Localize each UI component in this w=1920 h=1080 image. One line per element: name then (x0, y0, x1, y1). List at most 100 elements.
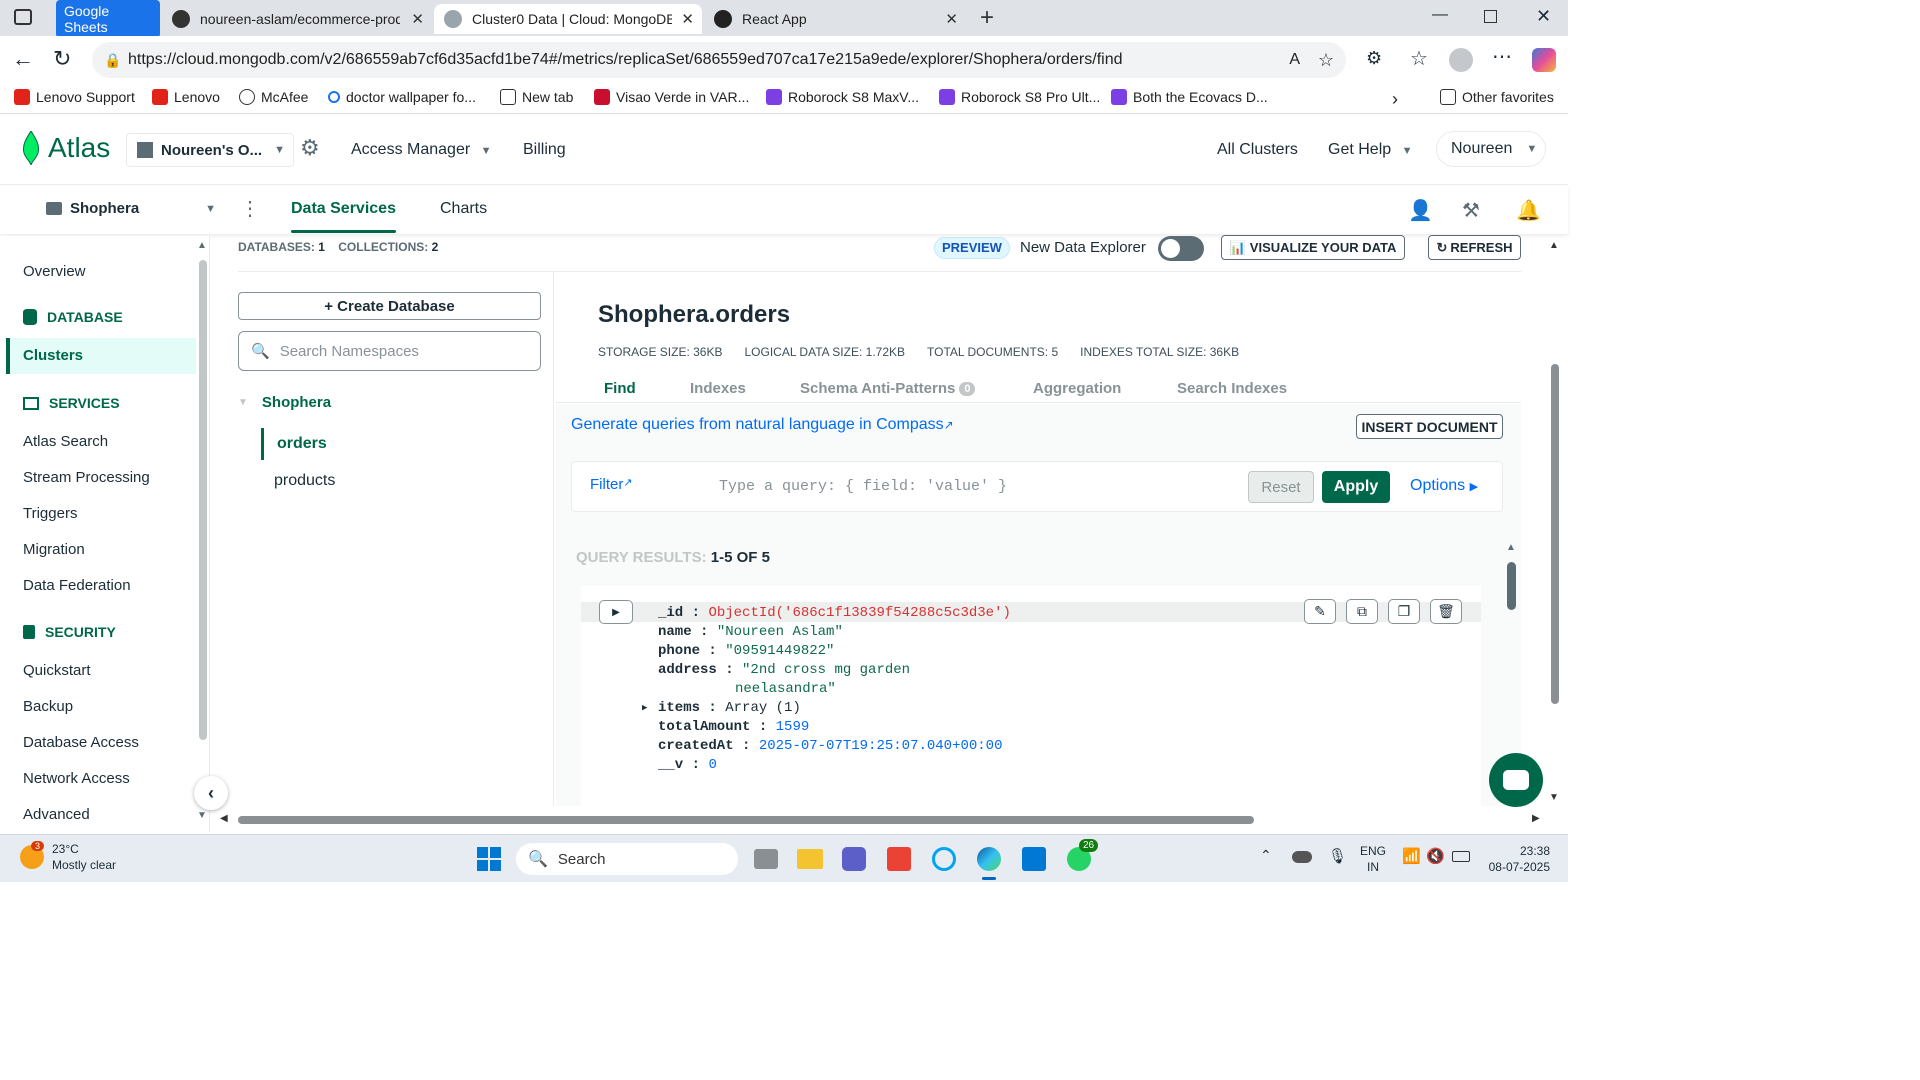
caret-right-icon[interactable]: ▶ (642, 699, 647, 718)
url-field[interactable]: 🔒 https://cloud.mongodb.com/v2/686559ab7… (92, 42, 1346, 78)
filter-label[interactable]: Filter↗ (590, 476, 633, 493)
whatsapp-icon[interactable]: 26 (1067, 839, 1099, 871)
sidebar-item-network-access[interactable]: Network Access (23, 770, 130, 787)
bookmark[interactable]: Lenovo (152, 89, 220, 105)
profile-avatar[interactable] (1449, 48, 1473, 72)
copy-document-button[interactable]: ⧉ (1346, 599, 1378, 624)
create-database-button[interactable]: + Create Database (238, 292, 541, 320)
copilot-icon[interactable] (1532, 48, 1556, 72)
all-clusters-link[interactable]: All Clusters (1217, 141, 1298, 159)
insert-document-button[interactable]: INSERT DOCUMENT (1356, 414, 1503, 439)
edit-document-button[interactable]: ✎ (1304, 599, 1336, 624)
collapse-sidebar-button[interactable]: ‹ (194, 776, 228, 810)
sidebar-scroll-down-icon[interactable]: ▼ (197, 810, 207, 821)
delete-document-button[interactable]: 🗑 (1430, 599, 1462, 624)
new-data-explorer-toggle[interactable] (1158, 236, 1204, 261)
field-items[interactable]: ▶ items : Array (1) (642, 699, 1011, 718)
cortana-icon[interactable] (932, 847, 956, 871)
results-scrollbar[interactable] (1507, 562, 1516, 610)
edge-icon[interactable] (977, 847, 1001, 871)
tab-google-sheets[interactable]: Google Sheets (56, 0, 160, 38)
org-settings-gear-icon[interactable]: ⚙ (300, 135, 320, 161)
atlas-logo[interactable]: Atlas (22, 131, 110, 165)
get-help-menu[interactable]: Get Help ▼ (1328, 141, 1412, 159)
tab-mongodb[interactable]: Cluster0 Data | Cloud: MongoDB ✕ (434, 4, 702, 34)
collection-orders[interactable]: orders (261, 428, 327, 460)
tab-search-indexes[interactable]: Search Indexes (1177, 380, 1287, 397)
sidebar-scroll-up-icon[interactable]: ▲ (197, 240, 207, 251)
close-icon[interactable]: ✕ (681, 10, 694, 28)
sidebar-item-overview[interactable]: Overview (23, 263, 86, 280)
reload-icon[interactable]: ↻ (53, 46, 71, 72)
close-icon[interactable]: ✕ (945, 10, 958, 28)
collection-products[interactable]: products (274, 472, 335, 490)
tab-github[interactable]: noureen-aslam/ecommerce-prod ✕ (162, 4, 432, 34)
wifi-icon[interactable]: 📶 (1402, 847, 1421, 865)
apply-button[interactable]: Apply (1322, 471, 1390, 503)
favorite-star-icon[interactable]: ☆ (1318, 42, 1334, 78)
activity-icon[interactable]: ⚒ (1462, 198, 1480, 223)
new-tab-icon[interactable]: + (980, 4, 994, 32)
bookmark[interactable]: Both the Ecovacs D... (1111, 89, 1268, 105)
back-icon[interactable]: ← (12, 46, 34, 72)
database-tree-item[interactable]: ▼ Shophera (238, 394, 331, 411)
battery-icon[interactable] (1452, 851, 1470, 862)
favorites-icon[interactable]: ☆ (1410, 46, 1428, 71)
sidebar-item-clusters[interactable]: Clusters (6, 338, 196, 374)
sidebar-item-backup[interactable]: Backup (23, 698, 73, 715)
horizontal-scroll-left-icon[interactable]: ◀ (220, 813, 228, 824)
sidebar-item-stream-processing[interactable]: Stream Processing (23, 469, 150, 486)
project-more-icon[interactable]: ⋮ (240, 196, 260, 221)
bookmarks-overflow-icon[interactable]: › (1392, 89, 1398, 110)
invite-user-icon[interactable]: 👤 (1408, 198, 1433, 223)
user-menu[interactable]: Noureen ▼ (1436, 131, 1546, 167)
taskbar-search[interactable]: 🔍 Search (516, 843, 738, 875)
tab-charts[interactable]: Charts (440, 200, 487, 218)
sidebar-item-migration[interactable]: Migration (23, 541, 85, 558)
restore-icon[interactable] (1484, 10, 1497, 23)
bookmark[interactable]: doctor wallpaper fo... (328, 89, 476, 105)
horizontal-scroll-right-icon[interactable]: ▶ (1532, 813, 1540, 824)
expand-document-button[interactable]: ▶ (599, 600, 633, 624)
namespace-search-input[interactable]: 🔍 Search Namespaces (238, 331, 541, 371)
billing-link[interactable]: Billing (523, 141, 566, 159)
more-icon[interactable]: ⋯ (1492, 44, 1512, 69)
project-selector[interactable]: Shophera ▼ (46, 200, 216, 217)
query-input[interactable]: Type a query: { field: 'value' } (719, 478, 1007, 495)
tab-actions-icon[interactable] (14, 9, 32, 25)
sidebar-scrollbar[interactable] (199, 260, 207, 740)
visualize-your-data-button[interactable]: 📊 VISUALIZE YOUR DATA (1221, 235, 1405, 260)
tab-find[interactable]: Find (604, 380, 636, 397)
vscode-icon[interactable] (1022, 847, 1046, 871)
horizontal-scrollbar[interactable] (238, 816, 1254, 824)
sidebar-item-data-federation[interactable]: Data Federation (23, 577, 131, 594)
bookmark[interactable]: McAfee (239, 89, 308, 105)
sidebar-item-database-access[interactable]: Database Access (23, 734, 139, 751)
close-window-icon[interactable]: ✕ (1536, 6, 1551, 27)
notifications-bell-icon[interactable]: 🔔 (1516, 198, 1541, 223)
minimize-icon[interactable]: — (1432, 6, 1448, 24)
clock[interactable]: 23:38 08-07-2025 (1480, 843, 1550, 875)
tab-data-services[interactable]: Data Services (291, 200, 396, 233)
weather-widget[interactable]: 3 23°C Mostly clear (20, 841, 116, 873)
teams-icon[interactable] (842, 847, 866, 871)
bookmark[interactable]: Roborock S8 MaxV... (766, 89, 919, 105)
tab-schema-anti-patterns[interactable]: Schema Anti-Patterns 0 (800, 380, 976, 397)
tab-react-app[interactable]: React App ✕ (704, 4, 966, 34)
reset-button[interactable]: Reset (1248, 471, 1314, 503)
volume-icon[interactable]: 🔇 (1426, 847, 1445, 865)
bookmark[interactable]: Lenovo Support (14, 89, 135, 105)
sidebar-item-quickstart[interactable]: Quickstart (23, 662, 91, 679)
other-favorites[interactable]: Other favorites (1440, 89, 1554, 105)
bookmark[interactable]: New tab (500, 89, 573, 105)
compass-link[interactable]: Generate queries from natural language i… (571, 416, 954, 434)
results-scroll-up-icon[interactable]: ▲ (1506, 542, 1516, 553)
tab-aggregation[interactable]: Aggregation (1033, 380, 1121, 397)
tray-overflow-icon[interactable]: ⌃ (1260, 847, 1272, 864)
sidebar-item-atlas-search[interactable]: Atlas Search (23, 433, 108, 450)
page-scrollbar[interactable] (1551, 364, 1559, 704)
bookmark[interactable]: Roborock S8 Pro Ult... (939, 89, 1100, 105)
page-scroll-down-icon[interactable]: ▼ (1549, 792, 1559, 803)
onedrive-icon[interactable] (1292, 851, 1312, 863)
close-icon[interactable]: ✕ (411, 10, 424, 28)
